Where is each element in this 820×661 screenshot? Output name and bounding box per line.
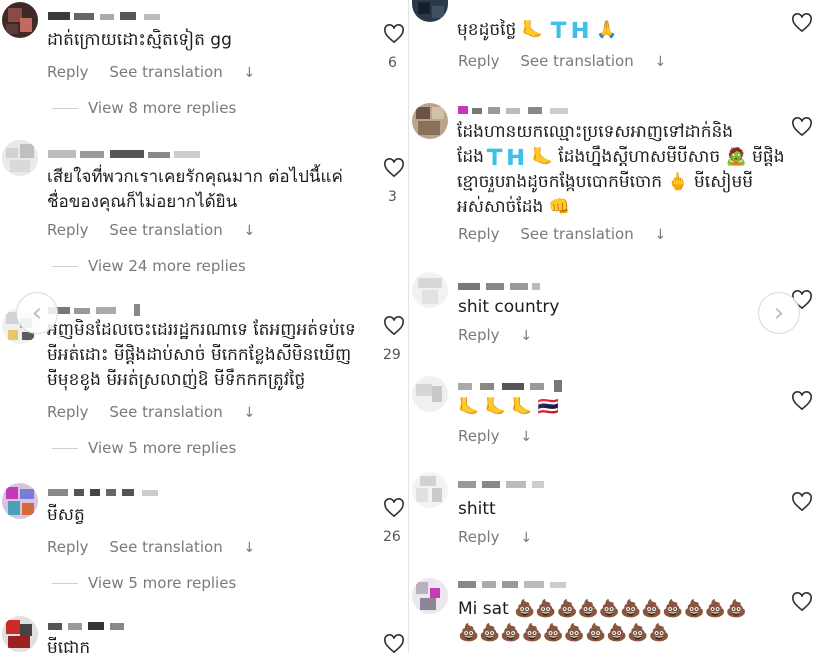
username-blurred[interactable] bbox=[458, 578, 578, 590]
reply-button[interactable]: Reply bbox=[458, 326, 500, 344]
reply-button[interactable]: Reply bbox=[458, 225, 500, 243]
down-arrow-icon[interactable]: ↓ bbox=[520, 328, 532, 344]
heart-outline-icon[interactable] bbox=[791, 117, 813, 137]
comment-actions: Reply See translation ↓ bbox=[47, 221, 271, 239]
see-translation-button[interactable]: See translation bbox=[520, 225, 633, 243]
see-translation-button[interactable]: See translation bbox=[109, 403, 222, 421]
see-translation-button[interactable]: See translation bbox=[109, 63, 222, 81]
username-blurred[interactable] bbox=[48, 620, 148, 632]
column-divider bbox=[408, 0, 409, 653]
heart-outline-icon[interactable] bbox=[383, 24, 405, 44]
username-blurred[interactable] bbox=[48, 148, 208, 160]
left-comment-column: ដាត់ក្រោយដោះស្មិតទៀត gg Reply See transl… bbox=[0, 0, 408, 658]
heart-outline-icon[interactable] bbox=[383, 316, 405, 336]
heart-outline-icon[interactable] bbox=[791, 391, 813, 411]
reply-button[interactable]: Reply bbox=[458, 528, 500, 546]
heart-outline-icon[interactable] bbox=[791, 592, 813, 612]
comment-text: ដែងហានយកឈ្មោះប្រទេសអាញទៅដាក់និង ដែង🇹🇭 🦶 ដ… bbox=[457, 122, 785, 217]
chevron-left-icon[interactable]: ‹ bbox=[16, 292, 58, 334]
avatar[interactable] bbox=[412, 272, 448, 308]
avatar[interactable] bbox=[2, 616, 38, 652]
username-blurred[interactable] bbox=[458, 380, 578, 392]
avatar[interactable] bbox=[412, 472, 448, 508]
like-count: 26 bbox=[383, 529, 401, 545]
reply-button[interactable]: Reply bbox=[47, 63, 89, 81]
heart-outline-icon[interactable] bbox=[791, 492, 813, 512]
down-arrow-icon[interactable]: ↓ bbox=[244, 223, 256, 239]
avatar[interactable] bbox=[412, 376, 448, 412]
comment-text: អញមិនដែលចេះដេររដ្ឋករណាទេ តែអញអត់ទប់ទេ មីអ… bbox=[47, 320, 356, 390]
reply-button[interactable]: Reply bbox=[47, 221, 89, 239]
username-blurred[interactable] bbox=[458, 478, 568, 490]
comment-text: shitt bbox=[458, 499, 496, 519]
reply-button[interactable]: Reply bbox=[458, 52, 500, 70]
view-more-replies[interactable]: View 8 more replies bbox=[52, 99, 236, 117]
username-blurred[interactable] bbox=[458, 104, 588, 116]
comment-text: មីជោក bbox=[47, 638, 91, 658]
view-more-replies[interactable]: View 24 more replies bbox=[52, 257, 246, 275]
username-blurred[interactable] bbox=[48, 486, 168, 498]
username-blurred[interactable] bbox=[48, 304, 148, 316]
view-more-replies[interactable]: View 5 more replies bbox=[52, 574, 236, 592]
heart-outline-icon[interactable] bbox=[383, 634, 405, 654]
comment-text: เสียใจที่พวกเราเคยรักคุณมาก ต่อไปนี้แค่ช… bbox=[47, 167, 343, 212]
comment-actions: Reply ↓ bbox=[458, 326, 548, 344]
down-arrow-icon[interactable]: ↓ bbox=[244, 65, 256, 81]
down-arrow-icon[interactable]: ↓ bbox=[244, 405, 256, 421]
reply-button[interactable]: Reply bbox=[47, 538, 89, 556]
comment-actions: Reply ↓ bbox=[458, 427, 548, 445]
comment-text: ដាត់ក្រោយដោះស្មិតទៀត gg bbox=[47, 30, 232, 50]
heart-outline-icon[interactable] bbox=[791, 13, 813, 33]
right-comment-column: មុខដូចថ្លៃ 🦶 🇹🇭 🙏 Reply See translation … bbox=[410, 0, 820, 653]
down-arrow-icon[interactable]: ↓ bbox=[655, 227, 667, 243]
comment-actions: Reply See translation ↓ bbox=[47, 538, 271, 556]
comment-text: មីសត្វ bbox=[47, 505, 85, 525]
see-translation-button[interactable]: See translation bbox=[109, 538, 222, 556]
comment-text: មុខដូចថ្លៃ 🦶 🇹🇭 🙏 bbox=[457, 20, 618, 40]
avatar[interactable] bbox=[2, 140, 38, 176]
down-arrow-icon[interactable]: ↓ bbox=[520, 429, 532, 445]
chevron-right-icon[interactable]: › bbox=[758, 292, 800, 334]
comment-actions: Reply See translation ↓ bbox=[47, 63, 271, 81]
view-more-replies[interactable]: View 5 more replies bbox=[52, 439, 236, 457]
like-count: 6 bbox=[388, 55, 397, 71]
see-translation-button[interactable]: See translation bbox=[109, 221, 222, 239]
like-count: 29 bbox=[383, 347, 401, 363]
avatar[interactable] bbox=[2, 2, 38, 38]
reply-button[interactable]: Reply bbox=[47, 403, 89, 421]
down-arrow-icon[interactable]: ↓ bbox=[520, 530, 532, 546]
heart-outline-icon[interactable] bbox=[383, 498, 405, 518]
comment-actions: Reply See translation ↓ bbox=[47, 403, 271, 421]
comment-actions: Reply See translation ↓ bbox=[458, 225, 682, 243]
avatar[interactable] bbox=[412, 103, 448, 139]
avatar[interactable] bbox=[412, 0, 448, 22]
username-blurred[interactable] bbox=[48, 10, 168, 22]
avatar[interactable] bbox=[2, 483, 38, 519]
down-arrow-icon[interactable]: ↓ bbox=[244, 540, 256, 556]
like-count: 3 bbox=[388, 189, 397, 205]
comment-actions: Reply See translation ↓ bbox=[458, 52, 682, 70]
down-arrow-icon[interactable]: ↓ bbox=[655, 54, 667, 70]
comment-actions: Reply ↓ bbox=[458, 528, 548, 546]
see-translation-button[interactable]: See translation bbox=[520, 52, 633, 70]
comment-text: 🦶 🦶 🦶 🇹🇭 bbox=[458, 397, 559, 417]
comment-text: Mi sat 💩💩💩💩💩💩💩💩💩💩💩 💩💩💩💩💩💩💩💩💩💩 bbox=[458, 599, 747, 643]
avatar[interactable] bbox=[412, 578, 448, 614]
heart-outline-icon[interactable] bbox=[383, 158, 405, 178]
username-blurred[interactable] bbox=[458, 280, 558, 292]
comment-text: shit country bbox=[458, 297, 560, 317]
reply-button[interactable]: Reply bbox=[458, 427, 500, 445]
